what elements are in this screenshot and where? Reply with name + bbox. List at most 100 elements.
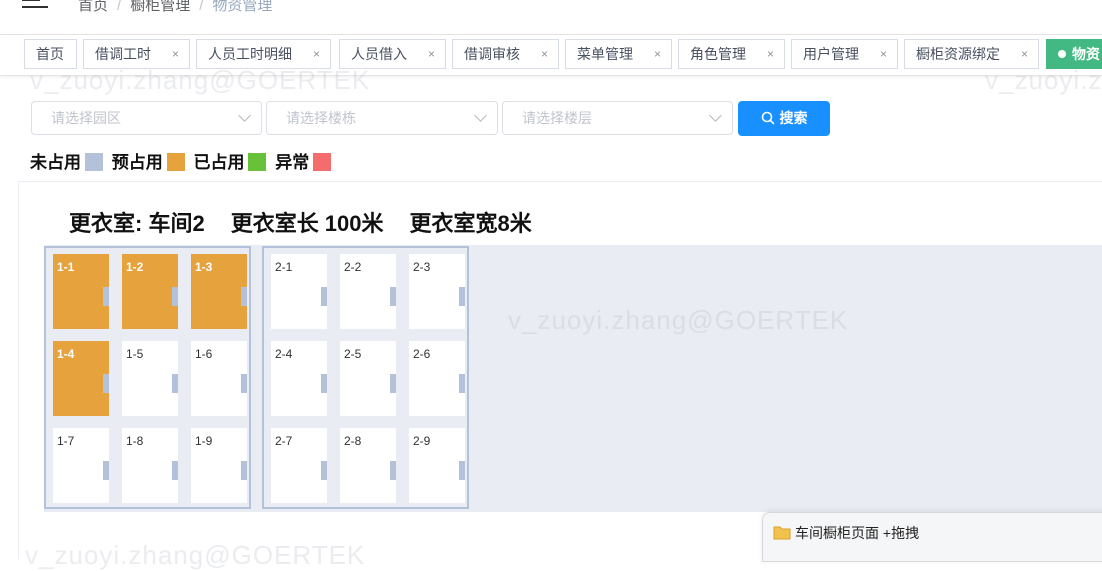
locker-cell[interactable]: 2-4: [271, 341, 327, 416]
building-select[interactable]: 请选择楼栋: [266, 101, 498, 135]
close-icon[interactable]: ×: [880, 40, 887, 68]
search-icon: [761, 111, 774, 125]
locker-cell[interactable]: 2-3: [409, 254, 465, 329]
locker-cell[interactable]: 1-4: [53, 341, 109, 416]
locker-cell[interactable]: 1-6: [191, 341, 247, 416]
locker-handle-icon: [241, 461, 247, 480]
locker-handle-icon: [459, 461, 465, 480]
close-icon[interactable]: ×: [541, 40, 548, 68]
chevron-down-icon: [709, 109, 722, 122]
room-name: 更衣室: 车间2: [69, 211, 205, 236]
locker-label: 1-8: [126, 434, 144, 448]
tab-menu-management[interactable]: 菜单管理 ×: [565, 39, 672, 69]
building-select-placeholder: 请选择楼栋: [286, 110, 356, 126]
legend-swatch: [85, 152, 103, 171]
locker-handle-icon: [172, 374, 178, 393]
locker-handle-icon: [390, 461, 396, 480]
search-button-label: 搜索: [779, 110, 808, 126]
locker-label: 1-7: [57, 434, 75, 448]
tab-role-management[interactable]: 角色管理 ×: [678, 39, 785, 69]
locker-handle-icon: [172, 461, 178, 480]
locker-cell[interactable]: 1-2: [122, 254, 178, 329]
locker-handle-icon: [321, 287, 327, 306]
locker-cell[interactable]: 1-3: [191, 254, 247, 329]
locker-label: 1-3: [195, 260, 213, 274]
locker-cell[interactable]: 2-9: [409, 428, 465, 503]
locker-label: 2-7: [275, 434, 293, 448]
locker-label: 2-6: [413, 347, 431, 361]
locker-cell[interactable]: 1-9: [191, 428, 247, 503]
room-info: 更衣室: 车间2 更衣室长 100米 更衣室宽8米: [69, 206, 558, 238]
locker-handle-icon: [103, 461, 109, 480]
locker-label: 1-9: [195, 434, 213, 448]
locker-cell[interactable]: 1-8: [122, 428, 178, 503]
chevron-down-icon: [474, 109, 487, 122]
locker-label: 2-2: [344, 260, 362, 274]
drag-preview-popup[interactable]: 车间橱柜页面 +拖拽: [762, 512, 1102, 562]
locker-handle-icon: [321, 461, 327, 480]
locker-cell[interactable]: 2-8: [340, 428, 396, 503]
locker-label: 2-5: [344, 347, 362, 361]
locker-label: 2-3: [413, 260, 431, 274]
breadcrumb: 首页 / 橱柜管理 / 物资管理: [78, 0, 272, 15]
folder-icon: [773, 526, 791, 540]
locker-label: 1-6: [195, 347, 213, 361]
locker-label: 2-8: [344, 434, 362, 448]
locker-label: 2-1: [275, 260, 293, 274]
locker-cell[interactable]: 1-1: [53, 254, 109, 329]
legend-swatch: [248, 152, 267, 171]
locker-handle-icon: [241, 374, 247, 393]
locker-label: 2-9: [413, 434, 431, 448]
locker-cell[interactable]: 1-5: [122, 341, 178, 416]
breadcrumb-cabinet[interactable]: 橱柜管理: [130, 0, 190, 14]
locker-cell[interactable]: 2-5: [340, 341, 396, 416]
close-icon[interactable]: ×: [767, 40, 774, 68]
room-width: 更衣室宽8米: [409, 211, 532, 236]
locker-label: 2-4: [275, 347, 293, 361]
locker-cell[interactable]: 2-2: [340, 254, 396, 329]
close-icon[interactable]: ×: [172, 40, 179, 68]
locker-handle-icon: [390, 287, 396, 306]
breadcrumb-home[interactable]: 首页: [78, 0, 108, 14]
park-select[interactable]: 请选择园区: [31, 101, 262, 135]
chevron-down-icon: [238, 109, 251, 122]
locker-cell[interactable]: 2-1: [271, 254, 327, 329]
close-icon[interactable]: ×: [654, 40, 661, 68]
locker-label: 1-2: [126, 260, 144, 274]
close-icon[interactable]: ×: [313, 40, 320, 68]
close-icon[interactable]: ×: [1021, 40, 1028, 68]
hamburger-menu-icon[interactable]: [22, 0, 48, 10]
floor-select-placeholder: 请选择楼层: [522, 110, 592, 126]
locker-handle-icon: [172, 287, 178, 306]
legend-item-free: 未占用: [30, 148, 103, 173]
locker-handle-icon: [459, 374, 465, 393]
popup-label: 车间橱柜页面 +拖拽: [795, 525, 920, 541]
locker-handle-icon: [103, 374, 109, 393]
legend-item-occupied: 已占用: [193, 148, 267, 173]
status-legend: 未占用 预占用 已占用 异常: [30, 148, 335, 173]
locker-handle-icon: [103, 287, 109, 306]
tab-secondment-review[interactable]: 借调审核 ×: [452, 39, 559, 69]
watermark: v_zuoyi.zhang@GOERTEK: [30, 65, 371, 95]
breadcrumb-current: 物资管理: [212, 0, 273, 14]
top-header: 首页 / 橱柜管理 / 物资管理: [0, 0, 1102, 35]
locker-cell[interactable]: 1-7: [53, 428, 109, 503]
locker-label: 1-5: [126, 347, 144, 361]
park-select-placeholder: 请选择园区: [51, 110, 121, 126]
legend-swatch: [313, 152, 332, 171]
room-length: 更衣室长 100米: [230, 211, 384, 236]
legend-item-reserved: 预占用: [112, 148, 185, 173]
search-button[interactable]: 搜索: [738, 101, 830, 136]
legend-item-abnormal: 异常: [275, 148, 332, 173]
legend-swatch: [166, 152, 185, 171]
locker-handle-icon: [321, 374, 327, 393]
locker-group-1[interactable]: 1-1 1-2 1-3 1-4 1-5 1-6 1-7 1-8 1-9: [44, 246, 251, 509]
close-icon[interactable]: ×: [428, 40, 435, 68]
locker-cell[interactable]: 2-6: [409, 341, 465, 416]
locker-label: 1-1: [57, 260, 75, 274]
locker-group-2[interactable]: 2-1 2-2 2-3 2-4 2-5 2-6 2-7 2-8 2-9: [262, 246, 469, 509]
floor-select[interactable]: 请选择楼层: [502, 101, 733, 135]
tab-user-management[interactable]: 用户管理 ×: [791, 39, 898, 69]
active-dot-icon: [1058, 50, 1066, 59]
locker-cell[interactable]: 2-7: [271, 428, 327, 503]
